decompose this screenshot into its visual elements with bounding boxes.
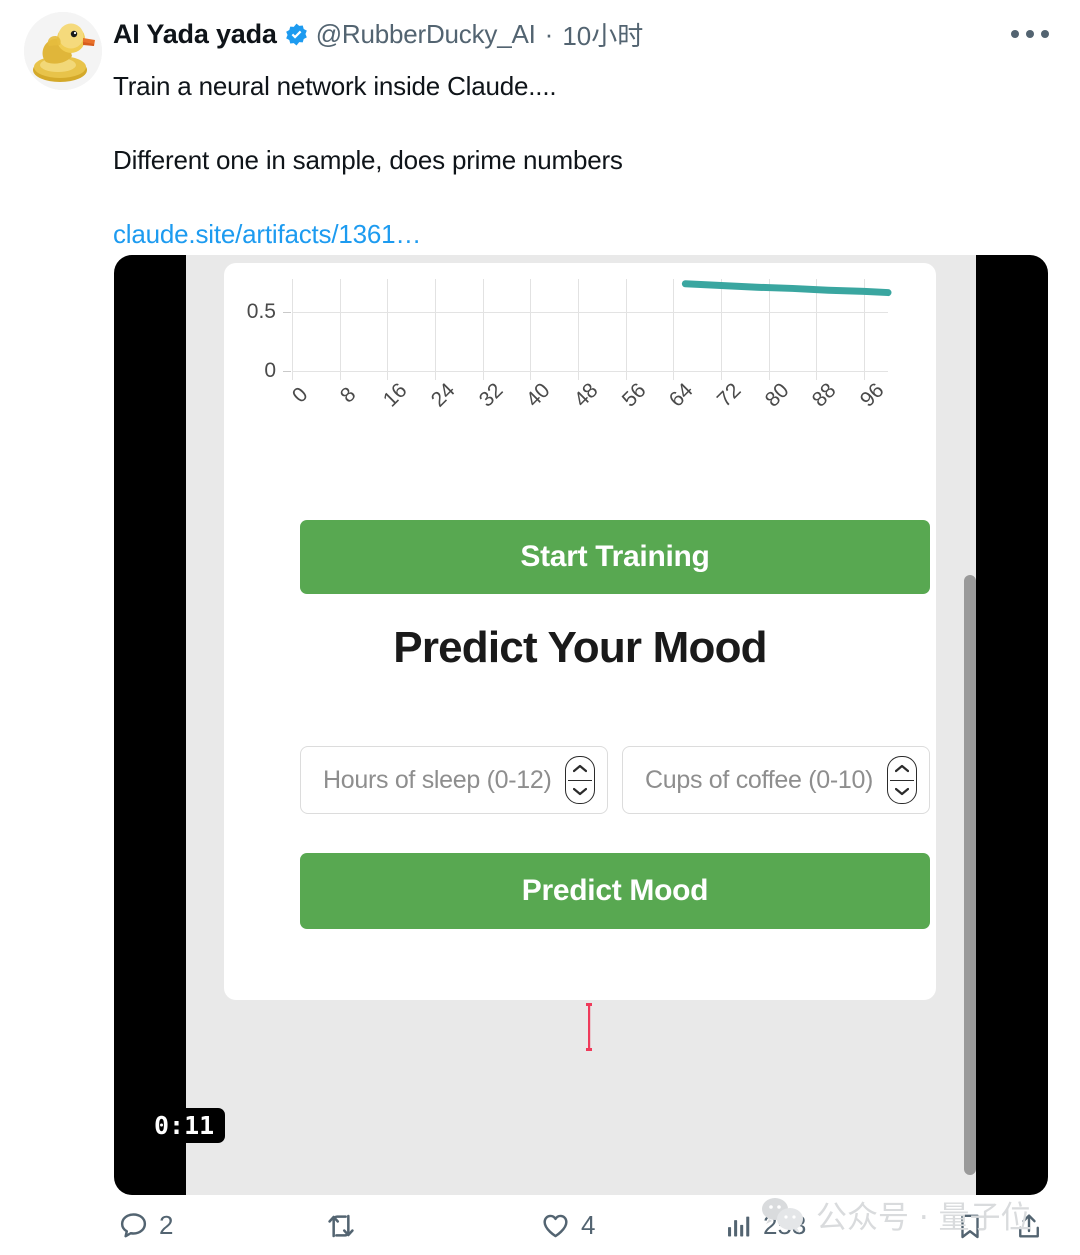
video-duration-badge: 0:11 [143, 1108, 226, 1143]
training-loss-chart: 0 8 16 24 32 40 48 56 64 72 80 88 96 0 0.5 [224, 271, 936, 441]
chart-ytick [283, 312, 291, 314]
author-row[interactable]: AI Yada yada @RubberDucky_AI · 10小时 [113, 16, 643, 53]
chart-xtick-label: 72 [712, 378, 746, 412]
embedded-video-player[interactable]: 0 8 16 24 32 40 48 56 64 72 80 88 96 0 0.5 Start Train… [114, 255, 1048, 1195]
chart-ytick [283, 371, 291, 372]
retweet-icon [328, 1214, 354, 1237]
separator: · [544, 19, 554, 49]
display-name: AI Yada yada [113, 19, 277, 49]
bookmark-button[interactable] [955, 1211, 985, 1241]
timestamp: 10小时 [562, 21, 644, 51]
reply-count: 2 [159, 1210, 174, 1240]
tweet-text-line-2: Different one in sample, does prime numb… [113, 145, 623, 175]
chart-ytick-label: 0.5 [246, 300, 276, 324]
chevron-down-icon [895, 787, 909, 796]
text-spacer [113, 191, 1013, 203]
avatar[interactable] [24, 12, 102, 90]
cups-of-coffee-stepper[interactable] [887, 756, 917, 804]
chart-xtick-label: 80 [760, 378, 794, 412]
views-button[interactable]: 253 [725, 1210, 806, 1241]
share-button[interactable] [1014, 1211, 1044, 1241]
predict-mood-button[interactable]: Predict Mood [300, 853, 930, 929]
chart-xtick-label: 64 [665, 378, 698, 412]
reply-icon [120, 1213, 147, 1238]
chart-xtick-label: 32 [474, 378, 508, 412]
reply-button[interactable]: 2 [118, 1210, 173, 1241]
hours-of-sleep-placeholder: Hours of sleep (0-12) [323, 765, 552, 794]
hours-of-sleep-input[interactable]: Hours of sleep (0-12) [300, 746, 608, 814]
tweet-text: Train a neural network inside Claude....… [113, 55, 1013, 265]
stepper-divider [568, 780, 592, 782]
share-icon [1019, 1213, 1039, 1237]
hours-of-sleep-stepper[interactable] [565, 756, 595, 804]
stepper-divider [890, 780, 914, 782]
bookmark-icon [961, 1214, 979, 1238]
analytics-icon [728, 1216, 750, 1236]
tweet-card: AI Yada yada @RubberDucky_AI · 10小时 Trai… [0, 0, 1080, 1255]
chart-xtick-label: 16 [379, 378, 412, 412]
chart-xtick-label: 56 [617, 378, 651, 412]
video-frame: 0 8 16 24 32 40 48 56 64 72 80 88 96 0 0.5 Start Train… [186, 255, 976, 1195]
tweet-actions: 2 4 253 [0, 1196, 1080, 1255]
more-dot [1011, 30, 1019, 38]
more-dot [1026, 30, 1034, 38]
chevron-up-icon [895, 764, 909, 773]
text-spacer [113, 117, 1013, 129]
text-cursor-icon [586, 1003, 592, 1051]
like-button[interactable]: 4 [540, 1210, 595, 1241]
prediction-inputs: Hours of sleep (0-12) Cups of coffee (0-… [300, 746, 930, 814]
chevron-up-icon [573, 764, 587, 773]
cups-of-coffee-input[interactable]: Cups of coffee (0-10) [622, 746, 930, 814]
chart-xtick-label: 40 [522, 378, 555, 412]
author-handle: @RubberDucky_AI [315, 19, 536, 49]
start-training-button[interactable]: Start Training [300, 520, 930, 594]
like-count: 4 [581, 1210, 596, 1240]
chart-xtick-label: 48 [569, 378, 603, 412]
heart-icon [543, 1214, 568, 1238]
chevron-down-icon [573, 787, 587, 796]
chart-xtick-label: 0 [287, 382, 313, 408]
chart-xtick-label: 88 [808, 378, 841, 412]
chart-xtick-label: 8 [335, 382, 361, 408]
chart-ytick-label: 0 [264, 359, 276, 382]
retweet-button[interactable] [325, 1210, 367, 1242]
tweet-text-line-1: Train a neural network inside Claude.... [113, 71, 557, 101]
more-options-button[interactable] [1008, 18, 1052, 50]
chart-series-line [681, 280, 892, 297]
rubber-duck-avatar-icon [24, 12, 102, 90]
app-scrollbar-thumb[interactable] [964, 575, 976, 1175]
more-dot [1041, 30, 1049, 38]
chart-xtick-label: 96 [855, 378, 889, 412]
predict-section-title: Predict Your Mood [393, 623, 767, 672]
chart-line-loss [681, 280, 892, 297]
verified-badge-icon [285, 23, 307, 46]
app-white-card: 0 8 16 24 32 40 48 56 64 72 80 88 96 0 0.5 Start Train… [224, 263, 936, 1000]
chart-xtick-label: 24 [426, 378, 460, 412]
views-count: 253 [763, 1210, 807, 1240]
cups-of-coffee-placeholder: Cups of coffee (0-10) [645, 765, 874, 794]
